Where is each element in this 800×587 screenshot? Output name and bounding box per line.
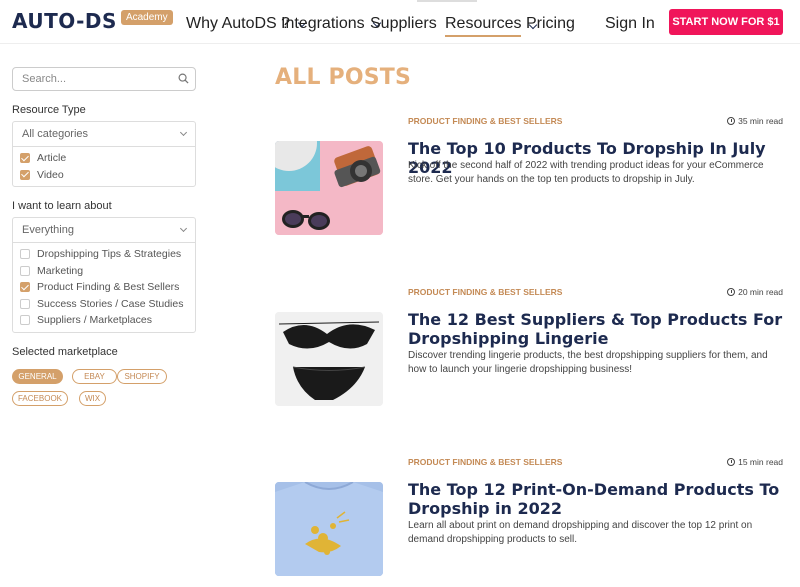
post-description: Kick off the second half of 2022 with tr…: [408, 160, 764, 185]
search-placeholder: Search...: [22, 73, 67, 85]
tag-wix[interactable]: WIX: [79, 391, 106, 406]
nav-label: Resources: [445, 15, 522, 37]
nav-integrations[interactable]: Integrations: [281, 15, 381, 33]
checkbox-video[interactable]: Video: [13, 167, 195, 184]
post-thumbnail-sunglasses-camera[interactable]: [275, 141, 383, 235]
checkbox-checked-icon[interactable]: [20, 169, 30, 180]
nav-pricing[interactable]: Pricing: [526, 15, 575, 33]
read-time: 15 min read: [727, 457, 783, 467]
nav-suppliers[interactable]: Suppliers: [370, 15, 437, 33]
post-title[interactable]: The Top 12 Print-On-Demand Products To D…: [408, 480, 783, 518]
option-label: Video: [37, 168, 64, 181]
checkbox-dropshipping-tips[interactable]: Dropshipping Tips & Strategies: [13, 246, 195, 263]
thumbnail-illustration: [275, 482, 383, 576]
resource-type-select[interactable]: All categories: [13, 122, 195, 147]
start-now-button[interactable]: START NOW FOR $1: [669, 9, 783, 35]
nav-resources[interactable]: Resources: [445, 15, 538, 37]
read-time: 35 min read: [727, 116, 783, 126]
option-label: Dropshipping Tips & Strategies: [37, 248, 182, 261]
thumbnail-illustration: [275, 141, 383, 235]
tag-facebook[interactable]: FACEBOOK: [12, 391, 68, 406]
tag-general[interactable]: GENERAL: [12, 369, 63, 384]
checkbox-checked-icon[interactable]: [20, 282, 30, 293]
academy-badge: Academy: [120, 9, 173, 25]
checkbox-suppliers[interactable]: Suppliers / Marketplaces: [13, 312, 195, 329]
learn-about-filter: Everything Dropshipping Tips & Strategie…: [12, 217, 196, 333]
option-label: Success Stories / Case Studies: [37, 297, 184, 310]
active-indicator-top: [417, 0, 477, 2]
read-time-label: 20 min read: [738, 287, 783, 297]
post-description: Learn all about print on demand dropship…: [408, 520, 753, 545]
top-navbar: AUTO-DS Academy Why AutoDS ? Integration…: [0, 0, 800, 44]
marketplace-label: Selected marketplace: [12, 346, 118, 358]
option-label: Marketing: [37, 264, 84, 277]
page-title: ALL POSTS: [275, 65, 412, 90]
checkbox-article[interactable]: Article: [13, 150, 195, 167]
post-thumbnail-lingerie[interactable]: [275, 312, 383, 406]
select-value: Everything: [22, 224, 74, 236]
post-card[interactable]: PRODUCT FINDING & BEST SELLERS 35 min re…: [275, 114, 785, 244]
read-time-label: 35 min read: [738, 116, 783, 126]
clock-icon: [727, 458, 736, 466]
search-input[interactable]: Search...: [12, 67, 196, 91]
clock-icon: [727, 288, 736, 296]
nav-label: Why AutoDS ?: [186, 15, 291, 32]
checkbox-checked-icon[interactable]: [20, 153, 30, 164]
select-value: All categories: [22, 128, 89, 140]
post-category[interactable]: PRODUCT FINDING & BEST SELLERS: [408, 457, 562, 467]
nav-label: Pricing: [526, 15, 575, 32]
checkbox-product-finding[interactable]: Product Finding & Best Sellers: [13, 279, 195, 296]
post-category[interactable]: PRODUCT FINDING & BEST SELLERS: [408, 287, 562, 297]
chevron-down-icon: [179, 128, 188, 137]
sign-in-link[interactable]: Sign In: [605, 15, 655, 33]
checkbox-icon[interactable]: [20, 315, 30, 326]
checkbox-icon[interactable]: [20, 298, 30, 309]
resource-type-filter: All categories Article Video: [12, 121, 196, 187]
option-label: Suppliers / Marketplaces: [37, 314, 152, 327]
checkbox-icon[interactable]: [20, 249, 30, 260]
sign-in-label: Sign In: [605, 15, 655, 32]
checkbox-success-stories[interactable]: Success Stories / Case Studies: [13, 296, 195, 313]
tag-shopify[interactable]: SHOPIFY: [117, 369, 167, 384]
resource-type-label: Resource Type: [12, 104, 86, 116]
nav-label: Integrations: [281, 15, 365, 32]
post-description: Discover trending lingerie products, the…: [408, 350, 768, 375]
post-category[interactable]: PRODUCT FINDING & BEST SELLERS: [408, 116, 562, 126]
nav-label: Suppliers: [370, 15, 437, 32]
search-icon[interactable]: [178, 73, 189, 84]
post-thumbnail-printed-tshirt[interactable]: [275, 482, 383, 576]
tag-ebay[interactable]: EBAY: [72, 369, 117, 384]
post-card[interactable]: PRODUCT FINDING & BEST SELLERS 20 min re…: [275, 285, 785, 415]
post-card[interactable]: PRODUCT FINDING & BEST SELLERS 15 min re…: [275, 455, 785, 587]
option-label: Product Finding & Best Sellers: [37, 281, 180, 294]
learn-about-label: I want to learn about: [12, 200, 112, 212]
checkbox-icon[interactable]: [20, 265, 30, 276]
option-label: Article: [37, 152, 67, 165]
read-time: 20 min read: [727, 287, 783, 297]
clock-icon: [727, 117, 736, 125]
post-title[interactable]: The 12 Best Suppliers & Top Products For…: [408, 310, 783, 348]
thumbnail-illustration: [275, 312, 383, 406]
read-time-label: 15 min read: [738, 457, 783, 467]
learn-about-select[interactable]: Everything: [13, 218, 195, 243]
logo-text: AUTO-DS: [12, 9, 117, 33]
autods-logo[interactable]: AUTO-DS Academy: [12, 8, 173, 34]
checkbox-marketing[interactable]: Marketing: [13, 263, 195, 280]
chevron-down-icon: [179, 224, 188, 233]
